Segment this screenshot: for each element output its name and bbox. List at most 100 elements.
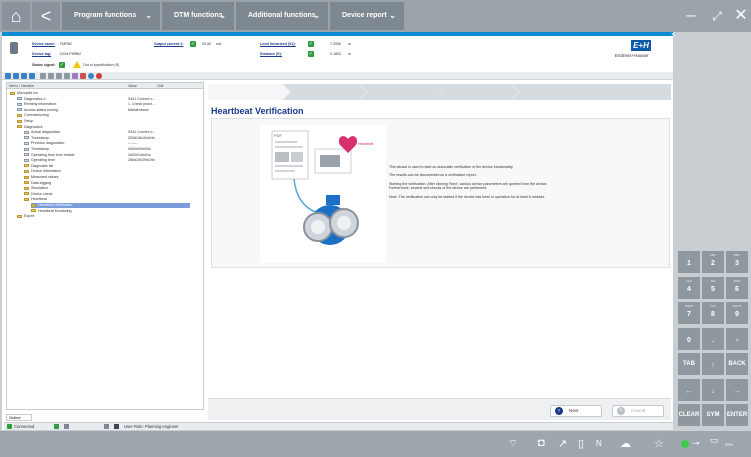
parameter-icon [17, 97, 22, 101]
key-symbol-16[interactable]: ↓ [702, 378, 724, 401]
key-symbol-10[interactable]: . [702, 327, 724, 350]
refresh-icon[interactable] [54, 424, 59, 429]
next-button[interactable]: › Next [550, 405, 602, 417]
toolbar [2, 72, 673, 80]
key-label: BACK [728, 361, 746, 367]
key-9[interactable]: WXYZ 9 [726, 302, 748, 324]
key-symbol-13[interactable]: ↑ [702, 353, 724, 375]
tab-online[interactable]: Online [6, 414, 32, 421]
cloud-icon[interactable]: ☁ [620, 437, 631, 450]
key-6[interactable]: MNO 6 [726, 276, 748, 299]
tree-row[interactable]: Data logging [24, 181, 51, 186]
key-sub-label: MNO [733, 278, 741, 283]
key-back[interactable]: BACK [726, 353, 748, 375]
home-button[interactable]: ⌂ [2, 2, 30, 30]
power-status-icon [681, 440, 689, 448]
home-tree-icon[interactable] [5, 73, 11, 79]
key-5[interactable]: JKL 5 [702, 276, 724, 299]
tools-icon[interactable] [80, 73, 86, 79]
device-illustration-svg: PDF Heartbeat [271, 130, 373, 245]
collapse-icon[interactable] [21, 73, 27, 79]
read-icon[interactable] [48, 73, 54, 79]
tree-row[interactable]: Actual diagnostics: [24, 130, 61, 135]
key-1[interactable]: .,- 1 [678, 251, 700, 273]
key-label: ↓ [711, 387, 715, 395]
key-label: 5 [711, 285, 715, 293]
key-sub-label: GHI [686, 278, 692, 283]
output-current-unit: mA [216, 42, 222, 46]
tree-row[interactable]: Measured values [24, 175, 58, 180]
user-icon [64, 424, 69, 429]
tree-row[interactable]: Heartbeat [24, 197, 47, 202]
tree-row[interactable]: Commissioning [17, 113, 49, 118]
tree-row[interactable]: Device check [24, 192, 52, 197]
tree-row[interactable]: Previous diagnostics: [24, 141, 65, 146]
export-icon[interactable] [64, 73, 70, 79]
key-sym[interactable]: SYM [702, 404, 724, 426]
key-symbol-17[interactable]: → [726, 378, 748, 401]
key-enter[interactable]: ENTER [726, 404, 748, 426]
menu-device-report[interactable]: Device report ⌄ [330, 2, 404, 30]
nfc-icon[interactable]: N [596, 439, 602, 448]
key-symbol-15[interactable]: ← [678, 378, 700, 401]
pen-icon[interactable]: ↗ [558, 437, 567, 450]
tree-row[interactable]: Operating time from restart: [24, 153, 75, 158]
tree-row[interactable]: Micropilot iso [10, 91, 38, 96]
menu-additional-functions[interactable]: Additional functions ⌄ [236, 2, 328, 30]
tree-row[interactable]: Setup [17, 119, 33, 124]
tree-row[interactable]: Diagnostics [17, 125, 43, 130]
tree-row[interactable]: Operating time: [24, 158, 56, 163]
tree-row[interactable]: Simulation [24, 186, 48, 191]
key-0[interactable]: 0 [678, 327, 700, 350]
tree-row[interactable]: Device information [24, 169, 61, 174]
key-label: 6 [735, 285, 739, 293]
key-label: . [712, 336, 714, 344]
tree-row[interactable]: Remedy information: [17, 102, 57, 107]
key-4[interactable]: GHI 4 [678, 276, 700, 299]
tree-row[interactable]: Expert [17, 214, 34, 219]
menu-program-functions[interactable]: Program functions ⌄ [62, 2, 160, 30]
key-label: 8 [711, 311, 715, 318]
star-icon[interactable]: ☆ [654, 437, 664, 450]
write-icon[interactable] [40, 73, 46, 79]
folder-icon [17, 214, 22, 218]
expand-icon[interactable] [13, 73, 19, 79]
tree-row[interactable]: Heartbeat Monitoring [31, 209, 72, 214]
key-7[interactable]: PQRS 7 [678, 302, 700, 324]
key-8[interactable]: TUV 8 [702, 302, 724, 324]
key-label: - [735, 336, 739, 344]
key-tab[interactable]: TAB [678, 353, 700, 375]
tree-row[interactable]: Heartbeat Verification [31, 203, 190, 208]
tree-row[interactable]: Diagnostics 1: [17, 97, 47, 102]
tree-row[interactable]: Timestamp: [24, 147, 50, 152]
back-button[interactable]: < [32, 2, 60, 30]
key-symbol-11[interactable]: - [726, 327, 748, 350]
info-icon[interactable] [88, 73, 94, 79]
settings-icon[interactable] [72, 73, 78, 79]
cancel-button[interactable]: × Cancel [612, 405, 664, 417]
key-clear[interactable]: CLEAR [678, 404, 700, 426]
tree-row[interactable]: Access status tooling: [17, 108, 59, 113]
menu-dtm-functions[interactable]: DTM functions ⌄ [162, 2, 234, 30]
key-sub-label: WXYZ [732, 304, 742, 308]
tree-row-label: Previous diagnostics: [31, 141, 65, 146]
close-button[interactable]: ✕ [727, 2, 751, 30]
view-icon[interactable] [29, 73, 35, 79]
print-icon[interactable] [56, 73, 62, 79]
key-3[interactable]: DEF 3 [726, 251, 748, 273]
battery-icon: ▭ [710, 435, 719, 445]
folder-icon [17, 119, 22, 123]
minimize-button[interactable]: – [677, 2, 705, 30]
phone-icon[interactable]: ▯ [578, 437, 584, 450]
ok-check-icon: ✓ [308, 41, 314, 47]
tree-row[interactable]: Diagnostic list [24, 164, 53, 169]
help-icon[interactable] [96, 73, 102, 79]
camera-icon[interactable]: ◘ [538, 437, 545, 449]
folder-icon [24, 186, 29, 190]
key-2[interactable]: ABC 2 [702, 251, 724, 273]
wifi-settings-icon[interactable]: ⌔ [508, 437, 518, 451]
panel-collapse-chevron-icon[interactable]: › [671, 28, 675, 42]
pdf-label: PDF [274, 133, 283, 138]
tree-row[interactable]: Timestamp: [24, 136, 50, 141]
chevron-down-icon: ⌄ [219, 11, 226, 20]
